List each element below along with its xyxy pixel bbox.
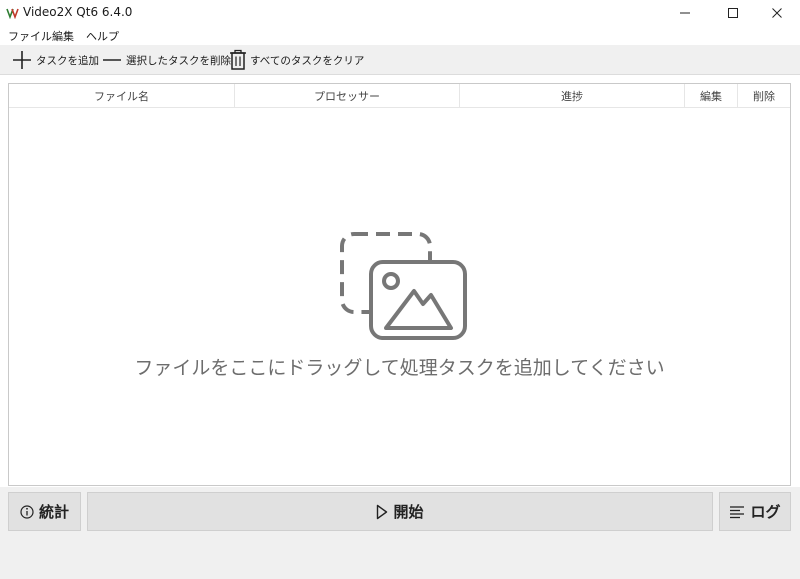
column-header-progress[interactable]: 進捗 <box>460 84 685 108</box>
clear-all-label: すべてのタスクをクリア <box>250 54 365 67</box>
column-header-filename[interactable]: ファイル名 <box>9 84 235 108</box>
close-icon <box>772 8 782 18</box>
log-label: ログ <box>750 503 781 521</box>
title-bar: Video2X Qt6 6.4.0 <box>0 0 800 26</box>
window-title: Video2X Qt6 6.4.0 <box>23 5 133 19</box>
table-header: ファイル名 プロセッサー 進捗 編集 削除 <box>9 84 790 108</box>
add-task-label: タスクを追加 <box>36 54 99 67</box>
start-label: 開始 <box>393 503 424 521</box>
info-icon <box>20 504 34 519</box>
menu-help[interactable]: ヘルプ <box>86 28 119 44</box>
maximize-icon <box>728 8 738 18</box>
image-placeholder-icon <box>340 232 467 340</box>
remove-selected-button[interactable]: 選択したタスクを削除 <box>100 48 231 72</box>
maximize-button[interactable] <box>710 0 756 26</box>
minus-icon <box>103 59 121 61</box>
toolbar: タスクを追加 選択したタスクを削除 すべてのタスクをクリア <box>0 45 800 75</box>
task-table[interactable]: ファイル名 プロセッサー 進捗 編集 削除 ファイルをここにドラッグして処理タス… <box>8 83 791 486</box>
column-header-delete[interactable]: 削除 <box>738 84 790 108</box>
menu-file[interactable]: ファイル <box>8 28 52 44</box>
add-task-button[interactable]: タスクを追加 <box>10 48 99 72</box>
stats-button[interactable]: 統計 <box>8 492 81 531</box>
start-button[interactable]: 開始 <box>87 492 713 531</box>
clear-all-button[interactable]: すべてのタスクをクリア <box>228 48 364 72</box>
column-header-edit[interactable]: 編集 <box>685 84 738 108</box>
stats-label: 統計 <box>38 503 69 521</box>
app-logo-icon <box>6 8 19 19</box>
bottom-bar: 統計 開始 ログ <box>0 487 800 579</box>
menu-bar: ファイル 編集 ヘルプ <box>0 26 800 44</box>
trash-icon <box>230 49 246 70</box>
plus-icon <box>13 51 31 69</box>
log-button[interactable]: ログ <box>719 492 791 531</box>
log-list-icon <box>730 505 745 518</box>
remove-selected-label: 選択したタスクを削除 <box>126 54 231 67</box>
close-button[interactable] <box>754 0 800 26</box>
menu-edit[interactable]: 編集 <box>52 28 74 44</box>
play-icon <box>377 504 388 519</box>
minimize-button[interactable] <box>662 0 708 26</box>
minimize-icon <box>680 12 690 14</box>
column-header-processor[interactable]: プロセッサー <box>235 84 460 108</box>
empty-state-message: ファイルをここにドラッグして処理タスクを追加してください <box>134 357 665 379</box>
